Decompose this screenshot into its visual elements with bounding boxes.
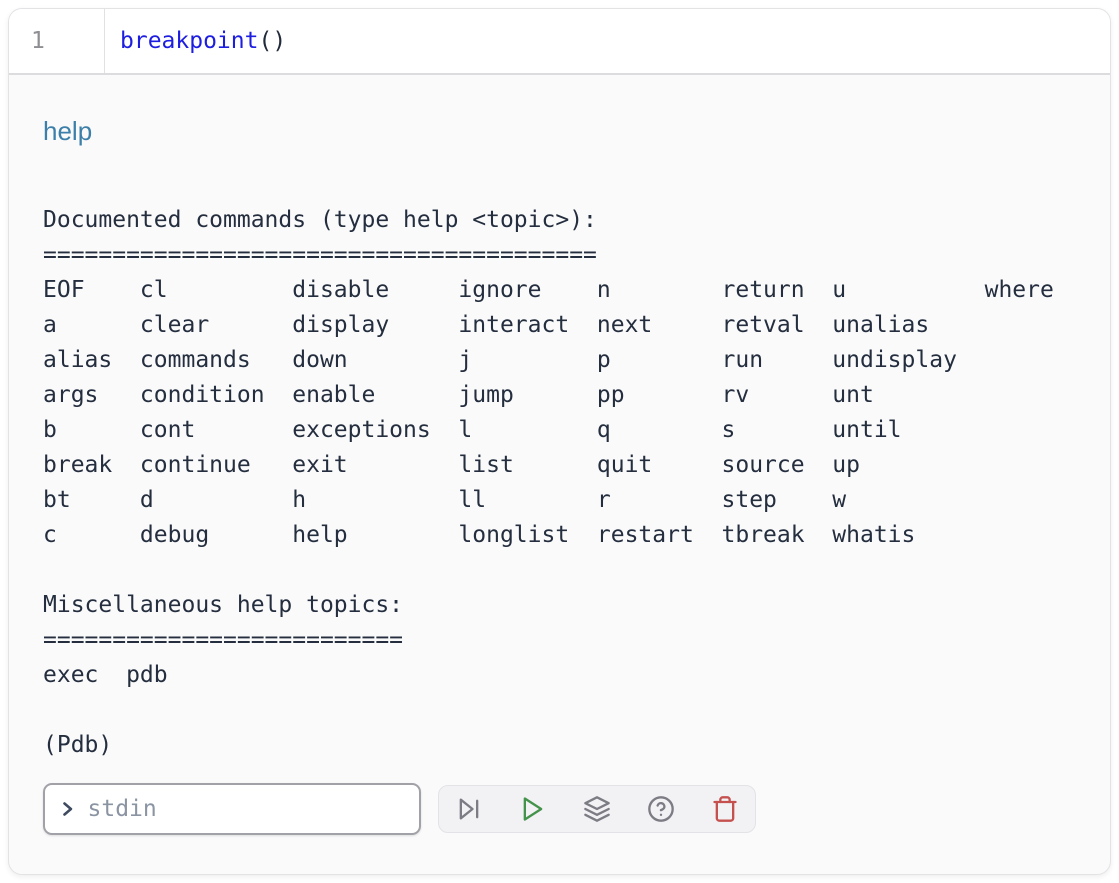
code-editor[interactable]: 1 breakpoint(): [9, 9, 1110, 75]
code-token-parens: (): [258, 28, 286, 54]
skip-forward-icon: [455, 795, 483, 823]
run-button[interactable]: [519, 795, 547, 823]
output-panel: help Documented commands (type help <top…: [9, 75, 1110, 835]
line-number: 1: [31, 28, 45, 54]
toolbar: [438, 785, 756, 833]
trash-icon: [711, 795, 739, 823]
echoed-command: help: [43, 115, 1076, 147]
input-row: [43, 783, 1076, 835]
layers-icon: [583, 795, 611, 823]
clear-button[interactable]: [711, 795, 739, 823]
chevron-right-icon: [59, 800, 76, 818]
help-button[interactable]: [647, 795, 675, 823]
layers-button[interactable]: [583, 795, 611, 823]
line-number-gutter: 1: [9, 9, 105, 73]
python-runner-widget: 1 breakpoint() help Documented commands …: [8, 8, 1111, 875]
code-line[interactable]: breakpoint(): [105, 9, 1110, 73]
stdin-input[interactable]: [88, 796, 405, 822]
question-circle-icon: [647, 795, 675, 823]
play-icon: [519, 795, 547, 823]
stdin-box[interactable]: [43, 783, 421, 835]
skip-forward-button[interactable]: [455, 795, 483, 823]
code-token-builtin: breakpoint: [120, 28, 258, 54]
pdb-output: Documented commands (type help <topic>):…: [43, 203, 1076, 763]
